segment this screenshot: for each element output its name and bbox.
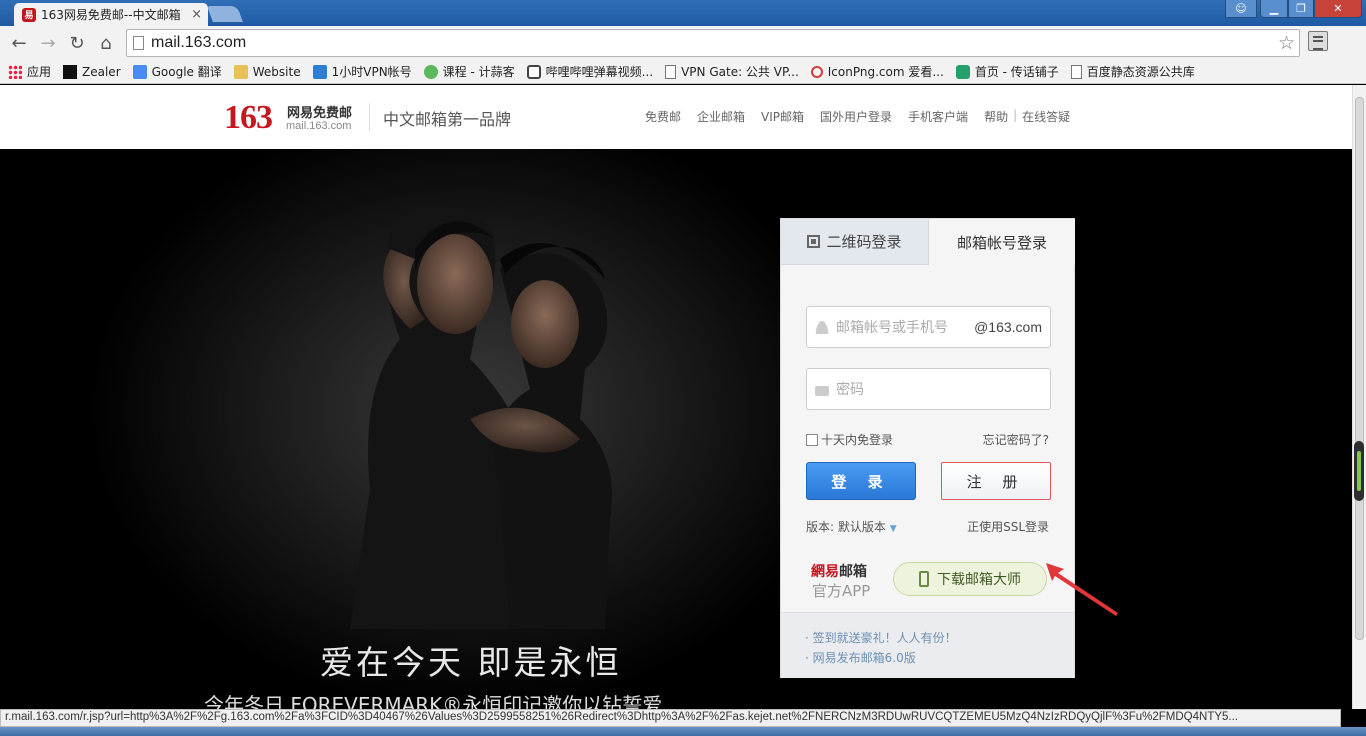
course-icon <box>423 64 438 79</box>
nav-help[interactable]: 帮助 <box>984 108 1008 125</box>
bookmark-iconpng[interactable]: IconPng.com 爱看... <box>810 63 944 80</box>
phone-icon <box>919 571 929 587</box>
bookmark-course[interactable]: 课程 - 计蒜客 <box>423 63 515 80</box>
nav-free-mail[interactable]: 免费邮 <box>645 108 681 125</box>
bookmark-star-icon[interactable]: ☆ <box>1278 32 1295 54</box>
nav-vip-mail[interactable]: VIP邮箱 <box>761 108 804 125</box>
bookmark-apps[interactable]: 应用 <box>8 63 51 80</box>
site-header: 163 网易免费邮 mail.163.com 中文邮箱第一品牌 免费邮 企业邮箱… <box>0 85 1352 149</box>
remember-checkbox[interactable] <box>806 433 818 446</box>
tab-close-icon[interactable]: × <box>191 7 202 22</box>
site-slogan: 中文邮箱第一品牌 <box>383 110 512 129</box>
bilibili-icon <box>526 64 541 79</box>
hero-banner[interactable]: 爱在今天 即是永恒 今年冬日 FOREVERMARK®永恒印记邀你以钻誓爱 <box>0 149 1352 717</box>
nav-overseas-login[interactable]: 国外用户登录 <box>820 108 892 125</box>
tab-qr-login[interactable]: 二维码登录 <box>781 219 929 265</box>
bookmark-vpn[interactable]: 1小时VPN帐号 <box>312 63 412 80</box>
lock-icon <box>815 385 829 396</box>
tab-account-login[interactable]: 邮箱帐号登录 <box>929 219 1075 265</box>
zealer-icon <box>63 64 78 79</box>
login-panel: 二维码登录 邮箱帐号登录 邮箱帐号或手机号 @163.com 密码 十天内免登录… <box>780 218 1075 678</box>
username-input[interactable]: 邮箱帐号或手机号 @163.com <box>806 306 1051 348</box>
netease-mail-logo: 網易邮箱 <box>811 564 867 580</box>
browser-titlebar: 易 163网易免费邮--中文邮箱 × ☺ ▁ ❐ ✕ <box>0 0 1366 26</box>
bookmarks-bar: 应用 Zealer Google 翻译 Website 1小时VPN帐号 课程 … <box>0 60 1366 84</box>
user-profile-icon[interactable]: ☺ <box>1225 0 1257 18</box>
bookmark-google-translate[interactable]: Google 翻译 <box>132 63 222 80</box>
nav-separator: | <box>1013 108 1018 122</box>
domain-suffix: @163.com <box>974 319 1042 335</box>
favicon-icon: 易 <box>22 7 36 22</box>
page-viewport: 163 网易免费邮 mail.163.com 中文邮箱第一品牌 免费邮 企业邮箱… <box>0 85 1366 717</box>
remember-login[interactable]: 十天内免登录 <box>806 431 893 448</box>
promo-link-signin-gift[interactable]: · 签到就送豪礼！人人有份！ <box>805 628 1074 648</box>
home-icon[interactable]: ⌂ <box>95 32 117 54</box>
folder-icon <box>233 64 248 79</box>
scroll-indicator <box>1354 441 1364 501</box>
nav-mobile-client[interactable]: 手机客户端 <box>908 108 968 125</box>
google-translate-icon <box>132 64 147 79</box>
tab-title: 163网易免费邮--中文邮箱 <box>41 8 181 22</box>
page-icon <box>133 36 144 50</box>
windows-taskbar <box>0 727 1366 736</box>
chrome-menu-icon[interactable] <box>1308 31 1328 51</box>
username-placeholder: 邮箱帐号或手机号 <box>836 320 948 336</box>
document-icon <box>665 64 677 79</box>
close-window-button[interactable]: ✕ <box>1314 0 1362 18</box>
status-bar-link-preview: r.mail.163.com/r.jsp?url=http%3A%2F%2Fg.… <box>0 709 1341 727</box>
bookmark-chuanhua[interactable]: 首页 - 传话铺子 <box>955 63 1059 80</box>
logo-domain: mail.163.com <box>286 120 352 132</box>
apps-icon <box>8 64 22 79</box>
document-icon <box>1070 64 1082 79</box>
couple-photo <box>350 204 612 629</box>
password-placeholder: 密码 <box>836 382 864 398</box>
minimize-button[interactable]: ▁ <box>1260 0 1288 18</box>
nav-enterprise-mail[interactable]: 企业邮箱 <box>697 108 745 125</box>
qr-code-icon <box>807 235 821 248</box>
new-tab-button[interactable] <box>207 6 243 22</box>
nav-online-qa[interactable]: 在线答疑 <box>1022 108 1070 125</box>
reload-icon[interactable]: ↻ <box>66 32 88 54</box>
password-input[interactable]: 密码 <box>806 368 1051 410</box>
remember-label: 十天内免登录 <box>821 433 894 447</box>
address-url: mail.163.com <box>151 34 247 51</box>
browser-toolbar: ← → ↻ ⌂ mail.163.com ☆ <box>0 26 1366 60</box>
bookmark-website[interactable]: Website <box>233 64 301 79</box>
bookmark-bilibili[interactable]: 哔哩哔哩弹幕视频... <box>526 63 653 80</box>
version-selector[interactable]: 版本: 默认版本 ▼ <box>806 518 897 535</box>
promo-link-mail-6[interactable]: · 网易发布邮箱6.0版 <box>805 648 1074 668</box>
logo-text[interactable]: 网易免费邮 <box>287 102 352 121</box>
page-scrollbar[interactable] <box>1352 85 1366 709</box>
forgot-password-link[interactable]: 忘记密码了? <box>983 431 1049 448</box>
forward-arrow-icon[interactable]: → <box>37 32 59 54</box>
search-icon <box>810 65 823 78</box>
bookmark-baidu-static[interactable]: 百度静态资源公共库 <box>1070 63 1195 80</box>
download-app-button[interactable]: 下载邮箱大师 <box>893 562 1047 596</box>
back-arrow-icon[interactable]: ← <box>8 32 30 54</box>
official-app-label: 官方APP <box>812 582 871 600</box>
promo-links: · 签到就送豪礼！人人有份！ · 网易发布邮箱6.0版 <box>781 612 1074 678</box>
maximize-button[interactable]: ❐ <box>1288 0 1314 18</box>
chat-icon <box>955 64 970 79</box>
hero-caption: 爱在今天 即是永恒 <box>320 643 622 682</box>
scrollbar-thumb[interactable] <box>1355 97 1364 640</box>
address-bar[interactable]: mail.163.com ☆ <box>126 29 1300 57</box>
caret-down-icon: ▼ <box>889 524 897 534</box>
vpn-icon <box>312 64 327 79</box>
bookmark-vpngate[interactable]: VPN Gate: 公共 VP... <box>665 63 799 80</box>
app-promo-row: 網易邮箱 官方APP 下载邮箱大师 <box>781 549 1074 609</box>
version-label: 版本: 默认版本 <box>806 520 886 534</box>
top-nav: 免费邮 企业邮箱 VIP邮箱 国外用户登录 手机客户端 帮助 | 在线答疑 <box>645 108 1086 125</box>
browser-tab-active[interactable]: 易 163网易免费邮--中文邮箱 × <box>14 3 208 26</box>
user-icon <box>815 320 829 334</box>
logo-divider <box>369 103 370 131</box>
login-button[interactable]: 登 录 <box>806 462 916 500</box>
logo-number[interactable]: 163 <box>224 99 273 137</box>
bookmark-zealer[interactable]: Zealer <box>63 64 121 79</box>
ssl-login-link[interactable]: 正使用SSL登录 <box>967 518 1049 535</box>
register-button[interactable]: 注 册 <box>941 462 1051 500</box>
